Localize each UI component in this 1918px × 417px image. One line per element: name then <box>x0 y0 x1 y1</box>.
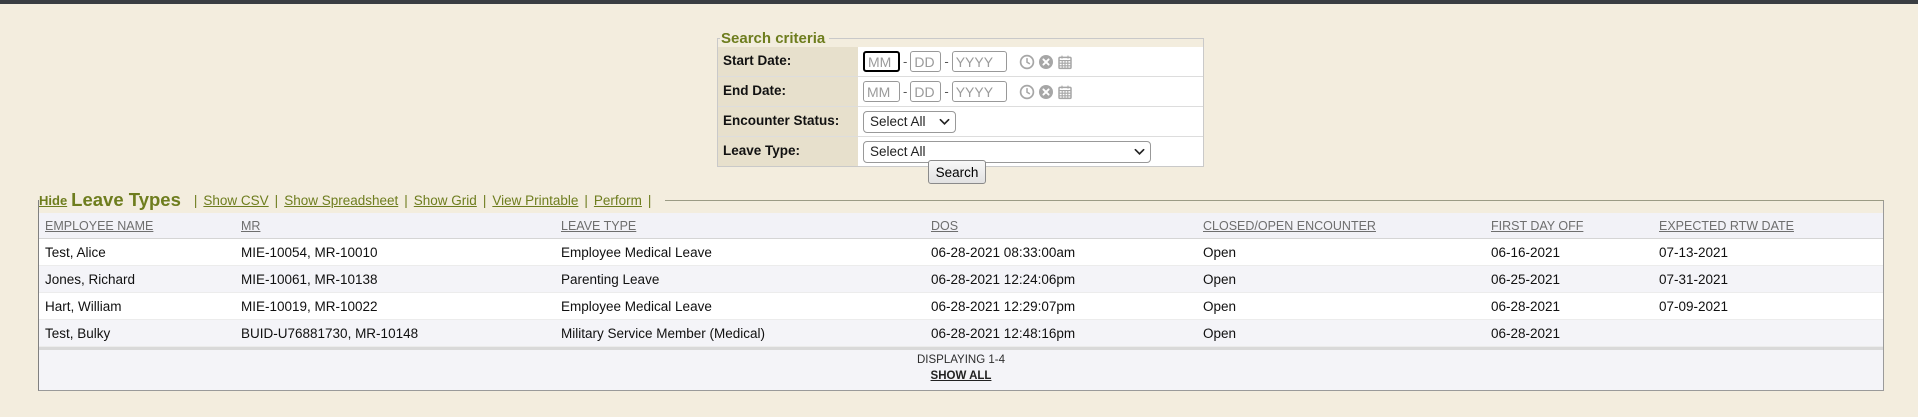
cell-mr: MIE-10054, MR-10010 <box>235 239 555 266</box>
cell-encounter-status: Open <box>1197 293 1485 320</box>
cell-dos: 06-28-2021 08:33:00am <box>925 239 1197 266</box>
table-footer: DISPLAYING 1-4 SHOW ALL <box>39 350 1883 390</box>
date-separator: - <box>944 84 948 99</box>
link-separator: | <box>648 193 652 208</box>
col-header-employee-name[interactable]: EMPLOYEE NAME <box>39 213 235 239</box>
col-header-mr[interactable]: MR <box>235 213 555 239</box>
header-rule-line <box>665 200 1884 201</box>
end-date-row: End Date: - - <box>718 77 1203 107</box>
table-header-row: EMPLOYEE NAME MR LEAVE TYPE DOS CLOSED/O… <box>39 213 1883 239</box>
link-separator: | <box>483 193 487 208</box>
col-header-dos[interactable]: DOS <box>925 213 1197 239</box>
search-criteria-legend: Search criteria <box>720 30 829 47</box>
link-separator: | <box>275 193 279 208</box>
date-separator: - <box>903 54 907 69</box>
clear-icon[interactable] <box>1038 84 1054 100</box>
table-row[interactable]: Jones, Richard MIE-10061, MR-10138 Paren… <box>39 266 1883 293</box>
table-row[interactable]: Test, Alice MIE-10054, MR-10010 Employee… <box>39 239 1883 266</box>
cell-leave-type: Employee Medical Leave <box>555 239 925 266</box>
search-button[interactable]: Search <box>928 160 986 184</box>
calendar-icon[interactable] <box>1057 54 1073 70</box>
clock-icon[interactable] <box>1019 84 1035 100</box>
cell-employee-name: Hart, William <box>39 293 235 320</box>
link-separator: | <box>404 193 408 208</box>
show-spreadsheet-link[interactable]: Show Spreadsheet <box>284 193 398 208</box>
cell-leave-type: Employee Medical Leave <box>555 293 925 320</box>
cell-dos: 06-28-2021 12:24:06pm <box>925 266 1197 293</box>
cell-dos: 06-28-2021 12:29:07pm <box>925 293 1197 320</box>
encounter-status-field: Select All <box>858 107 1203 136</box>
show-grid-link[interactable]: Show Grid <box>414 193 477 208</box>
top-border-bar <box>0 0 1918 4</box>
cell-leave-type: Military Service Member (Medical) <box>555 320 925 347</box>
clear-icon[interactable] <box>1038 54 1054 70</box>
end-date-month-input[interactable] <box>863 81 900 102</box>
cell-encounter-status: Open <box>1197 266 1485 293</box>
link-separator: | <box>194 193 198 208</box>
show-csv-link[interactable]: Show CSV <box>203 193 268 208</box>
cell-employee-name: Test, Alice <box>39 239 235 266</box>
cell-expected-rtw-date: 07-31-2021 <box>1653 266 1883 293</box>
cell-mr: MIE-10019, MR-10022 <box>235 293 555 320</box>
col-header-expected-rtw-date[interactable]: EXPECTED RTW DATE <box>1653 213 1883 239</box>
hide-link[interactable]: Hide <box>39 193 67 208</box>
leave-types-table: EMPLOYEE NAME MR LEAVE TYPE DOS CLOSED/O… <box>39 213 1883 347</box>
end-date-year-input[interactable] <box>952 81 1007 102</box>
leave-types-panel: EMPLOYEE NAME MR LEAVE TYPE DOS CLOSED/O… <box>38 200 1884 391</box>
leave-types-header: Hide Leave Types | Show CSV | Show Sprea… <box>39 186 1884 214</box>
section-title: Leave Types <box>71 189 181 211</box>
cell-expected-rtw-date <box>1653 320 1883 347</box>
end-date-field: - - <box>858 77 1203 106</box>
end-date-day-input[interactable] <box>910 81 941 102</box>
view-printable-link[interactable]: View Printable <box>492 193 578 208</box>
cell-first-day-off: 06-25-2021 <box>1485 266 1653 293</box>
cell-leave-type: Parenting Leave <box>555 266 925 293</box>
show-all-link[interactable]: SHOW ALL <box>931 370 992 382</box>
leave-type-label: Leave Type: <box>718 137 858 166</box>
link-separator: | <box>584 193 588 208</box>
displaying-count: DISPLAYING 1-4 <box>39 354 1883 366</box>
leave-type-select[interactable]: Select All <box>863 141 1151 163</box>
perform-link[interactable]: Perform <box>594 193 642 208</box>
encounter-status-row: Encounter Status: Select All <box>718 107 1203 137</box>
end-date-label: End Date: <box>718 77 858 106</box>
start-date-label: Start Date: <box>718 47 858 76</box>
search-criteria-fieldset: Search criteria Start Date: - - End <box>717 30 1204 167</box>
cell-encounter-status: Open <box>1197 239 1485 266</box>
clock-icon[interactable] <box>1019 54 1035 70</box>
calendar-icon[interactable] <box>1057 84 1073 100</box>
table-row[interactable]: Hart, William MIE-10019, MR-10022 Employ… <box>39 293 1883 320</box>
cell-first-day-off: 06-28-2021 <box>1485 320 1653 347</box>
date-separator: - <box>944 54 948 69</box>
col-header-first-day-off[interactable]: FIRST DAY OFF <box>1485 213 1653 239</box>
start-date-year-input[interactable] <box>952 51 1007 72</box>
start-date-row: Start Date: - - <box>718 47 1203 77</box>
col-header-closed-open-encounter[interactable]: CLOSED/OPEN ENCOUNTER <box>1197 213 1485 239</box>
cell-encounter-status: Open <box>1197 320 1485 347</box>
cell-mr: MIE-10061, MR-10138 <box>235 266 555 293</box>
start-date-field: - - <box>858 47 1203 76</box>
cell-dos: 06-28-2021 12:48:16pm <box>925 320 1197 347</box>
cell-mr: BUID-U76881730, MR-10148 <box>235 320 555 347</box>
table-row[interactable]: Test, Bulky BUID-U76881730, MR-10148 Mil… <box>39 320 1883 347</box>
col-header-leave-type[interactable]: LEAVE TYPE <box>555 213 925 239</box>
start-date-month-input[interactable] <box>863 51 900 72</box>
cell-expected-rtw-date: 07-09-2021 <box>1653 293 1883 320</box>
encounter-status-label: Encounter Status: <box>718 107 858 136</box>
cell-first-day-off: 06-28-2021 <box>1485 293 1653 320</box>
cell-expected-rtw-date: 07-13-2021 <box>1653 239 1883 266</box>
cell-employee-name: Test, Bulky <box>39 320 235 347</box>
cell-first-day-off: 06-16-2021 <box>1485 239 1653 266</box>
start-date-day-input[interactable] <box>910 51 941 72</box>
leave-type-field: Select All <box>858 137 1203 166</box>
encounter-status-select[interactable]: Select All <box>863 111 956 133</box>
cell-employee-name: Jones, Richard <box>39 266 235 293</box>
date-separator: - <box>903 84 907 99</box>
